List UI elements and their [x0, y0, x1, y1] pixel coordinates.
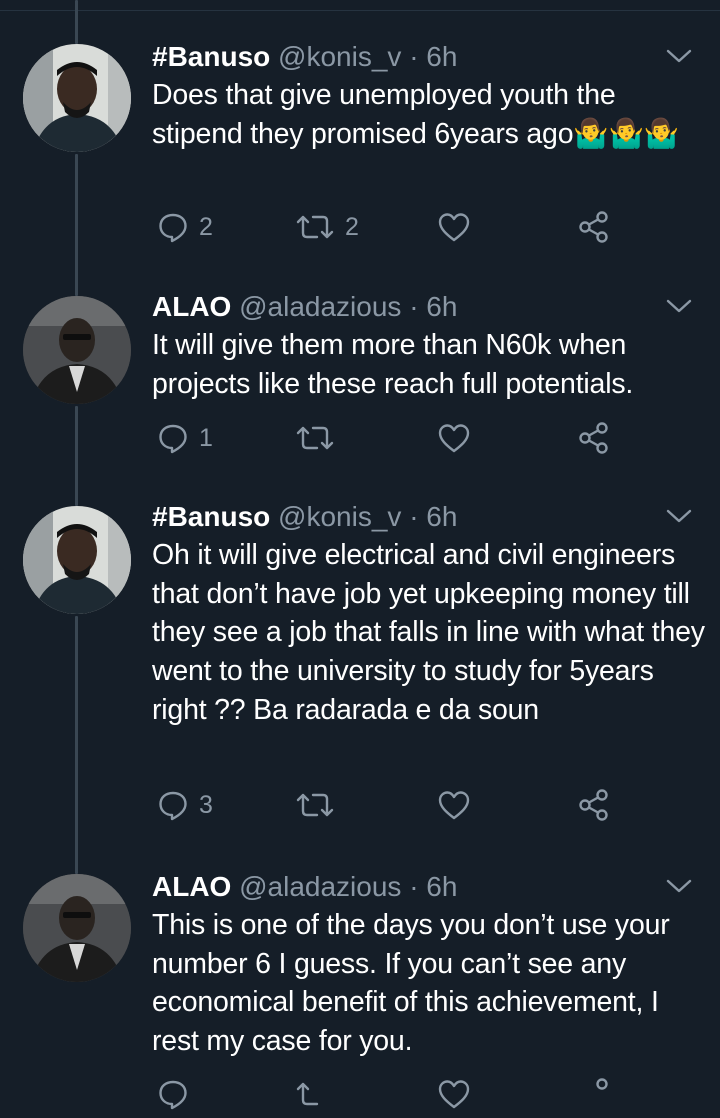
tweet[interactable]: ALAO @aladazious · 6h It will give them … [0, 280, 720, 490]
reply-count: 1 [199, 423, 213, 452]
timestamp[interactable]: · 6h [409, 501, 457, 532]
reply-icon [159, 424, 187, 454]
tweet[interactable]: ALAO @aladazious · 6h This is one of the… [0, 860, 720, 1110]
timestamp[interactable]: · 6h [409, 871, 457, 902]
tweet-header: #Banuso @konis_v · 6h [152, 40, 457, 74]
timestamp[interactable]: · 6h [409, 291, 457, 322]
display-name[interactable]: #Banuso [152, 41, 270, 72]
avatar[interactable] [23, 296, 131, 404]
like-icon [438, 213, 470, 242]
reply-icon [159, 213, 187, 243]
handle[interactable]: @konis_v [278, 501, 401, 532]
chevron-down-icon[interactable] [665, 506, 693, 526]
retweet-button[interactable]: 2 [295, 211, 359, 243]
avatar[interactable] [23, 506, 131, 614]
like-icon [438, 424, 470, 453]
like-button[interactable] [437, 211, 471, 243]
tweet-actions [0, 1078, 720, 1118]
chevron-down-icon[interactable] [665, 876, 693, 896]
retweet-icon [296, 215, 334, 239]
tweet-text: Does that give unemployed youth the stip… [152, 79, 680, 150]
tweet-actions: 3 [0, 789, 720, 829]
tweet-text: It will give them more than N60k when pr… [152, 329, 634, 400]
share-button[interactable] [578, 422, 610, 454]
tweet-header: ALAO @aladazious · 6h [152, 870, 457, 904]
retweet-count: 2 [345, 212, 359, 241]
retweet-button[interactable] [295, 1078, 335, 1110]
handle[interactable]: @aladazious [239, 871, 401, 902]
chevron-down-icon[interactable] [665, 46, 693, 66]
share-icon [579, 789, 608, 821]
like-icon [438, 1080, 470, 1109]
like-button[interactable] [437, 789, 471, 821]
reply-button[interactable]: 2 [157, 211, 213, 243]
display-name[interactable]: ALAO [152, 291, 231, 322]
share-button[interactable] [578, 789, 610, 821]
like-button[interactable] [437, 1078, 471, 1110]
display-name[interactable]: ALAO [152, 871, 231, 902]
share-icon [596, 1078, 608, 1090]
avatar[interactable] [23, 44, 131, 152]
retweet-button[interactable] [295, 789, 345, 821]
reply-button[interactable]: 1 [157, 422, 213, 454]
tweet-header: #Banuso @konis_v · 6h [152, 500, 457, 534]
tweet-actions: 2 2 [0, 211, 720, 251]
retweet-icon [296, 426, 334, 450]
retweet-icon [296, 1082, 319, 1106]
retweet-button[interactable] [295, 422, 345, 454]
reply-count: 2 [199, 212, 213, 241]
share-icon [579, 211, 608, 243]
tweet[interactable]: #Banuso @konis_v · 6h Does that give une… [0, 0, 720, 280]
reply-button[interactable] [157, 1078, 189, 1110]
tweet-header: ALAO @aladazious · 6h [152, 290, 457, 324]
tweet[interactable]: #Banuso @konis_v · 6h Oh it will give el… [0, 490, 720, 860]
timestamp[interactable]: · 6h [409, 41, 457, 72]
tweet-text: This is one of the days you don’t use yo… [152, 909, 670, 1058]
reply-icon [159, 1080, 187, 1110]
display-name[interactable]: #Banuso [152, 501, 270, 532]
chevron-down-icon[interactable] [665, 296, 693, 316]
reply-count: 3 [199, 790, 213, 819]
tweet-text: Oh it will give electrical and civil eng… [152, 539, 705, 726]
avatar[interactable] [23, 874, 131, 982]
handle[interactable]: @konis_v [278, 41, 401, 72]
tweet-actions: 1 [0, 422, 720, 462]
retweet-icon [296, 793, 334, 817]
share-icon [579, 422, 608, 454]
like-button[interactable] [437, 422, 471, 454]
reply-icon [159, 791, 187, 821]
share-button[interactable] [578, 1078, 610, 1110]
share-button[interactable] [578, 211, 610, 243]
reply-button[interactable]: 3 [157, 789, 213, 821]
handle[interactable]: @aladazious [239, 291, 401, 322]
like-icon [438, 791, 470, 820]
